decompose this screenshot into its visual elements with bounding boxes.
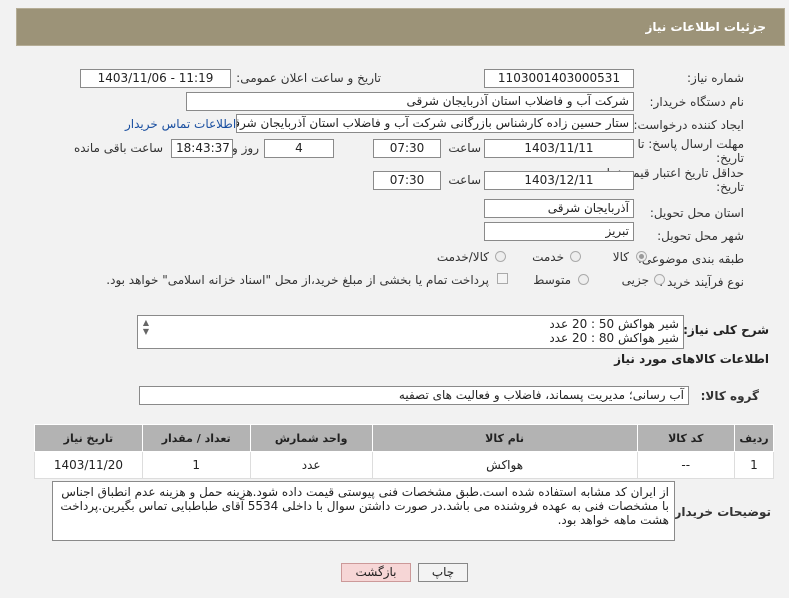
category-option-service: خدمت [532,250,564,264]
validity-time-label: ساعت [448,173,481,187]
buyer-notes-label: توضیحات خریدار: [669,505,771,519]
announce-label: تاریخ و ساعت اعلان عمومی: [236,71,381,85]
need-number-field[interactable]: 1103001403000531 [484,69,634,88]
validity-date-label: تاریخ: [716,180,744,194]
table-row[interactable]: 1 -- هواکش عدد 1 1403/11/20 [34,451,774,479]
col-name: نام کالا [371,424,638,452]
cell-name: هواکش [371,451,638,479]
cell-date: 1403/11/20 [34,451,143,479]
page-title: جزئیات اطلاعات نیاز [645,20,766,34]
description-line-2: شیر هواکش 80 : 20 عدد [549,331,679,345]
goods-group-field[interactable]: آب رسانی؛ مدیریت پسماند، فاضلاب و فعالیت… [139,386,689,405]
goods-section-title: اطلاعات کالاهای مورد نیاز [614,352,769,366]
back-button[interactable]: بازگشت [341,563,411,582]
time-remaining-field[interactable]: 18:43:37 [171,139,233,158]
goods-table: ردیف کد کالا نام کالا واحد شمارش تعداد /… [34,424,774,479]
buyer-label: نام دستگاه خریدار: [649,95,745,109]
deadline-label: مهلت ارسال پاسخ: تا [637,137,744,151]
city-label: شهر محل تحویل: [657,229,744,243]
category-label: طبقه بندی موضوعی: [637,252,744,266]
category-radio-goods-service[interactable] [495,251,506,262]
cell-unit: عدد [249,451,373,479]
goods-group-label: گروه کالا: [700,389,759,403]
deadline-time-label: ساعت [448,141,481,155]
col-unit: واحد شمارش [249,424,373,452]
description-textarea[interactable]: شیر هواکش 50 : 20 عدد شیر هواکش 80 : 20 … [137,315,684,349]
deadline-date-field[interactable]: 1403/11/11 [484,139,634,158]
province-label: استان محل تحویل: [649,206,744,220]
category-radio-goods[interactable] [636,251,647,262]
category-option-goods: کالا [612,250,629,264]
buyer-field[interactable]: شرکت آب و فاضلاب استان آذربایجان شرقی [186,92,634,111]
col-code: کد کالا [636,424,735,452]
process-option-minor: جزیی [621,273,649,287]
cell-row: 1 [734,451,774,479]
page-header: جزئیات اطلاعات نیاز [16,8,785,46]
remaining-label: ساعت باقی مانده [73,141,163,155]
process-radio-minor[interactable] [654,274,665,285]
days-label: روز و [232,141,259,155]
cell-code: -- [636,451,735,479]
cell-qty: 1 [141,451,251,479]
col-qty: تعداد / مقدار [141,424,251,452]
treasury-payment-text: پرداخت تمام یا بخشی از مبلغ خرید،از محل … [106,273,489,287]
deadline-time-field[interactable]: 07:30 [373,139,441,158]
goods-table-header: ردیف کد کالا نام کالا واحد شمارش تعداد /… [34,424,774,452]
process-label: نوع فرآیند خرید : [659,275,744,289]
col-row: ردیف [734,424,774,452]
announce-field[interactable]: 1403/11/06 - 11:19 [80,69,231,88]
process-radio-medium[interactable] [578,274,589,285]
city-field[interactable]: تبریز [484,222,634,241]
days-remaining-field[interactable]: 4 [264,139,334,158]
validity-time-field[interactable]: 07:30 [373,171,441,190]
creator-field[interactable]: ستار حسین زاده کارشناس بازرگانی شرکت آب … [236,114,634,133]
category-radio-service[interactable] [570,251,581,262]
validity-date-field[interactable]: 1403/12/11 [484,171,634,190]
description-line-1: شیر هواکش 50 : 20 عدد [549,317,679,331]
deadline-date-label: تاریخ: [716,151,744,165]
print-button[interactable]: چاپ [418,563,468,582]
textarea-scroll-icon[interactable]: ▲ ▼ [140,318,152,346]
buyer-contact-link[interactable]: اطلاعات تماس خریدار [125,117,236,131]
col-date: تاریخ نیاز [34,424,143,452]
description-label: شرح کلی نیاز: [683,323,769,337]
creator-label: ایجاد کننده درخواست: [633,118,744,132]
buyer-notes-textarea[interactable]: از ایران کد مشابه استفاده شده است.طبق مش… [52,481,675,541]
treasury-payment-checkbox[interactable] [497,273,508,284]
need-number-label: شماره نیاز: [687,71,744,85]
process-option-medium: متوسط [533,273,571,287]
category-option-goods-service: کالا/خدمت [436,250,489,264]
province-field[interactable]: آذربایجان شرقی [484,199,634,218]
